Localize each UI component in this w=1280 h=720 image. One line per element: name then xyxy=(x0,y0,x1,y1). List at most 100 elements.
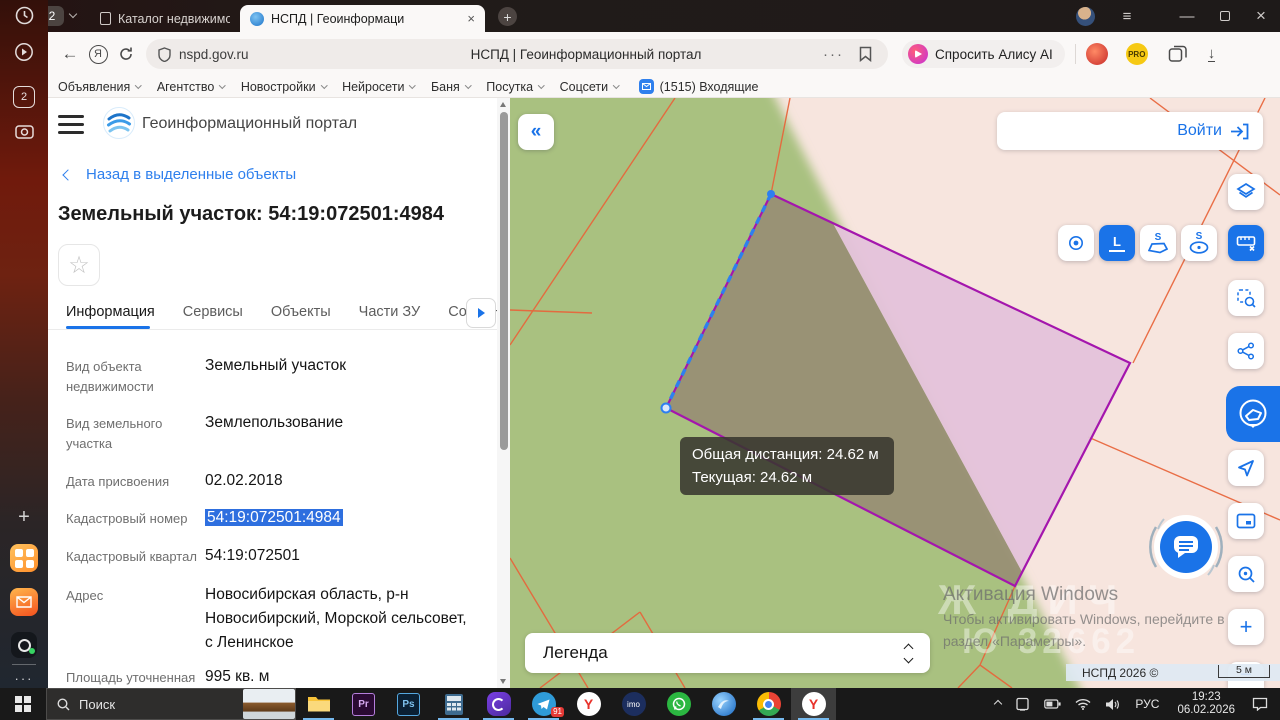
tab-close-icon[interactable]: × xyxy=(467,11,475,26)
browser-tab-active[interactable]: НСПД | Геоинформаци × xyxy=(240,5,485,32)
pro-badge[interactable]: PRO xyxy=(1126,43,1148,65)
taskbar-app-premiere[interactable]: Pr xyxy=(341,688,386,720)
tab-list-chevron-icon[interactable] xyxy=(69,10,77,18)
tabs-count-icon[interactable]: 2 xyxy=(0,86,48,108)
bookmark-inbox[interactable]: (1515) Входящие xyxy=(639,79,759,94)
address-bar[interactable]: nspd.gov.ru НСПД | Геоинформационный пор… xyxy=(146,39,888,69)
taskbar-app-purple-messenger[interactable] xyxy=(476,688,521,720)
measure-point-button[interactable] xyxy=(1058,225,1094,261)
taskbar-app-telegram[interactable]: 91 xyxy=(521,688,566,720)
ask-alice-button[interactable]: Спросить Алису AI xyxy=(902,40,1065,68)
downloads-icon[interactable]: ↓ xyxy=(1208,46,1216,62)
scroll-up-icon[interactable] xyxy=(500,102,506,107)
panel-tab-Информация[interactable]: Информация xyxy=(66,304,155,320)
start-button[interactable] xyxy=(0,688,46,720)
sidebar-more-icon[interactable]: ··· xyxy=(0,671,48,686)
close-measure-button[interactable] xyxy=(1228,225,1264,261)
field-label: Кадастровый квартал xyxy=(66,544,205,568)
taskbar-app-yandex-browser[interactable]: Y xyxy=(566,688,611,720)
bookmark-item[interactable]: Агентство xyxy=(157,80,225,94)
search-highlight-image[interactable] xyxy=(243,689,295,719)
tab-groups-icon[interactable] xyxy=(1168,45,1188,63)
refresh-icon[interactable] xyxy=(112,40,140,68)
collapse-panel-button[interactable]: « xyxy=(518,114,554,150)
field-value: Землепользование xyxy=(205,411,477,454)
legend-expand-icon[interactable] xyxy=(905,645,912,662)
scrollbar-thumb[interactable] xyxy=(500,112,508,450)
taskbar-app-imo[interactable]: imo xyxy=(611,688,656,720)
favorite-star-button[interactable]: ☆ xyxy=(58,244,100,286)
back-icon[interactable]: ← xyxy=(56,40,84,68)
taskbar-app-calculator[interactable] xyxy=(431,688,476,720)
panel-tab-Объекты[interactable]: Объекты xyxy=(271,304,331,320)
history-icon[interactable] xyxy=(0,6,48,25)
field-label: Кадастровый номер xyxy=(66,506,205,530)
taskbar-app-explorer[interactable] xyxy=(296,688,341,720)
search-icon xyxy=(57,698,70,711)
yandex-services-icon[interactable] xyxy=(0,544,48,572)
volume-icon[interactable] xyxy=(1105,698,1120,711)
profile-avatar[interactable] xyxy=(1076,7,1095,26)
minimize-button[interactable]: — xyxy=(1172,0,1202,32)
messenger-icon[interactable] xyxy=(0,632,48,658)
measure-length-button[interactable]: L xyxy=(1099,225,1135,261)
bookmark-item[interactable]: Новостройки xyxy=(241,80,326,94)
clock[interactable]: 19:23 06.02.2026 xyxy=(1177,691,1235,717)
tabs-scroll-right-button[interactable] xyxy=(466,298,496,328)
close-button[interactable]: × xyxy=(1246,0,1276,32)
locate-me-button[interactable] xyxy=(1228,450,1264,486)
bookmark-flag-icon[interactable] xyxy=(859,46,872,62)
restore-button[interactable] xyxy=(1210,0,1240,32)
browser-tab-inactive[interactable]: Каталог недвижимости: С xyxy=(100,5,235,32)
tablet-mode-icon[interactable] xyxy=(1015,697,1030,711)
select-area-button[interactable] xyxy=(1228,280,1264,316)
play-panel-icon[interactable] xyxy=(0,42,48,62)
bookmark-item[interactable]: Баня xyxy=(431,80,470,94)
battery-icon[interactable] xyxy=(1044,699,1061,709)
taskbar-app-photoshop[interactable]: Ps xyxy=(386,688,431,720)
taskbar-app-whatsapp[interactable] xyxy=(656,688,701,720)
menu-icon[interactable]: ≡ xyxy=(1112,0,1142,32)
yandex-search-icon[interactable]: Я xyxy=(84,40,112,68)
portal-menu-icon[interactable] xyxy=(58,115,84,139)
taskbar-app-photo-viewer[interactable] xyxy=(701,688,746,720)
add-panel-icon[interactable]: + xyxy=(0,506,48,529)
panel-tab-Сервисы[interactable]: Сервисы xyxy=(183,304,243,320)
extension-icon[interactable] xyxy=(1086,43,1108,65)
map-canvas[interactable]: Ж ДИЧ Ю 32662 Активация Windows Чтобы ак… xyxy=(510,98,1280,688)
new-tab-button[interactable]: + xyxy=(498,7,517,26)
scale-label: 5 м xyxy=(1236,664,1252,676)
wifi-icon[interactable] xyxy=(1075,698,1091,710)
measure-ellipse-button[interactable]: S xyxy=(1181,225,1217,261)
bookmark-item[interactable]: Соцсети xyxy=(560,80,619,94)
search-on-map-button[interactable] xyxy=(1228,556,1264,592)
bookmark-item[interactable]: Объявления xyxy=(58,80,141,94)
chat-widget[interactable] xyxy=(1142,503,1230,591)
mini-map-button[interactable] xyxy=(1228,503,1264,539)
feedback-callout-button[interactable] xyxy=(1226,386,1280,442)
panel-tab-Части ЗУ[interactable]: Части ЗУ xyxy=(359,304,421,320)
legend-bar[interactable]: Легенда xyxy=(525,633,930,673)
more-options-icon[interactable]: ··· xyxy=(823,46,844,63)
selected-text[interactable]: 54:19:072501:4984 xyxy=(205,509,343,526)
taskbar-app-yandex-browser-active[interactable]: Y xyxy=(791,688,836,720)
layers-button[interactable] xyxy=(1228,174,1264,210)
back-link[interactable]: Назад в выделенные объекты xyxy=(64,166,296,183)
share-button[interactable] xyxy=(1228,333,1264,369)
panel-scrollbar[interactable] xyxy=(497,98,510,688)
screenshot-icon[interactable] xyxy=(0,122,48,140)
chevron-down-icon xyxy=(538,82,544,88)
map-attribution: НСПД 2026 © 5 м xyxy=(1066,664,1280,681)
tray-expand-icon[interactable] xyxy=(995,701,1001,707)
bookmark-item[interactable]: Нейросети xyxy=(342,80,415,94)
measure-area-button[interactable]: S xyxy=(1140,225,1176,261)
yandex-mail-icon[interactable] xyxy=(0,588,48,616)
zoom-in-button[interactable]: + xyxy=(1228,609,1264,645)
language-indicator[interactable]: РУС xyxy=(1135,697,1159,711)
taskbar-app-chrome[interactable] xyxy=(746,688,791,720)
scroll-down-icon[interactable] xyxy=(500,679,506,684)
notifications-icon[interactable] xyxy=(1252,697,1268,711)
bookmark-item[interactable]: Посутка xyxy=(486,80,543,94)
login-button[interactable]: Войти xyxy=(997,112,1263,150)
taskbar-search[interactable]: Поиск xyxy=(46,688,296,720)
